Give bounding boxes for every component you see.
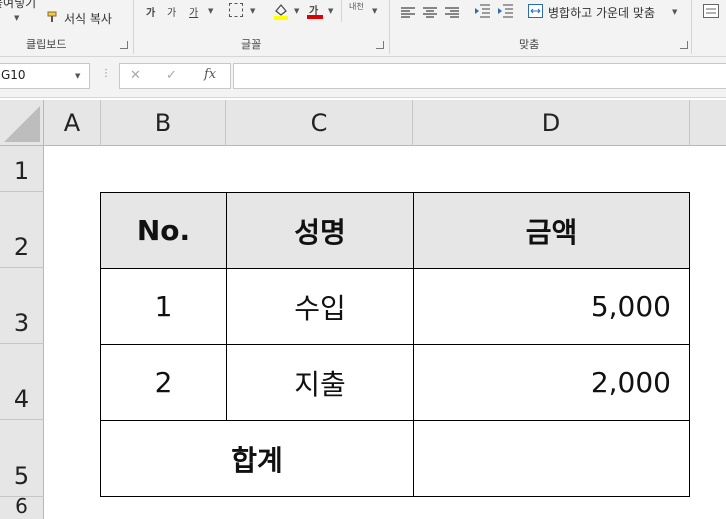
total-label: 합계 [231,443,283,477]
table-cell[interactable]: 5,000 [413,268,690,345]
shrink-font-button[interactable]: 가 [167,4,176,19]
name-box-dropdown-icon[interactable]: ▼ [75,72,80,80]
font-color-dropdown-icon[interactable]: ▼ [328,7,333,15]
paste-dropdown-icon[interactable]: ▼ [14,14,19,22]
table-cell-name: 수입 [294,291,346,325]
table-header-no: No. [136,214,191,247]
row-header-label: 2 [13,233,30,261]
table-cell-no: 2 [154,366,173,399]
worksheet-grid: A B C D 1 2 3 4 5 6 No. 성명 금액 1 수입 5,000… [0,100,726,519]
grow-font-button[interactable]: 가 [146,4,155,19]
total-label-cell[interactable]: 합계 [100,420,414,497]
table-header-cell[interactable]: 금액 [413,192,690,269]
alignment-launcher-icon[interactable] [680,41,688,49]
underline-button[interactable]: 가 [189,4,198,19]
align-left-icon[interactable] [401,4,415,18]
formula-bar: G10 ▼ ⋮ ✕ ✓ fx [0,57,726,98]
table-cell[interactable]: 수입 [226,268,414,345]
column-header-d[interactable]: D [413,100,690,146]
table-cell[interactable]: 지출 [226,344,414,421]
cancel-icon[interactable]: ✕ [130,68,141,83]
phonetic-dropdown-icon[interactable]: ▼ [372,7,377,15]
font-group-label: 글꼴 [241,38,262,51]
decrease-indent-icon[interactable] [474,3,490,18]
fill-color-dropdown-icon[interactable]: ▼ [294,7,299,15]
column-header-b[interactable]: B [101,100,226,146]
alignment-group-label: 맞춤 [519,38,540,51]
row-header-2[interactable]: 2 [0,192,44,268]
column-header-a[interactable]: A [44,100,101,146]
merge-center-button[interactable]: 병합하고 가운데 맞춤 [548,4,655,21]
table-header-name: 성명 [294,215,346,249]
table-cell[interactable]: 1 [100,268,227,345]
row-header-1[interactable]: 1 [0,146,44,192]
insert-function-button[interactable]: fx [204,67,216,82]
table-cell-amount: 2,000 [590,366,671,399]
table-cell-name: 지출 [294,367,346,401]
name-box[interactable]: G10 ▼ [0,63,90,89]
group-divider [389,0,390,54]
table-cell[interactable]: 2,000 [413,344,690,421]
merge-center-dropdown-icon[interactable]: ▼ [672,8,677,16]
phonetic-button[interactable]: 내천 [349,1,364,12]
clipboard-launcher-icon[interactable] [120,41,128,49]
row-header-5[interactable]: 5 [0,420,44,497]
align-center-icon[interactable] [423,4,437,18]
number-format-icon[interactable] [703,3,719,18]
row-header-label: 1 [13,157,30,185]
row-header-label: 3 [13,309,30,337]
group-divider [341,0,342,22]
total-value-cell[interactable] [413,420,690,497]
table-cell-no: 1 [154,290,173,323]
font-launcher-icon[interactable] [376,41,384,49]
merge-center-icon[interactable] [528,3,543,18]
table-cell[interactable]: 2 [100,344,227,421]
row-header-3[interactable]: 3 [0,268,44,344]
column-header-label: B [154,108,172,137]
column-header-label: A [63,108,81,137]
underline-dropdown-icon[interactable]: ▼ [208,7,213,15]
row-header-label: 4 [13,385,30,413]
border-icon[interactable] [229,3,243,17]
name-box-value: G10 [1,68,26,82]
fill-color-icon[interactable] [273,2,289,20]
row-header-label: 6 [15,494,28,518]
column-header-label: C [310,108,328,137]
formula-input[interactable] [233,63,726,89]
column-header-e[interactable] [690,100,726,146]
paste-button[interactable]: 붙여넣기 [0,0,36,11]
clipboard-group-label: 클립보드 [26,38,67,51]
column-header-label: D [541,108,561,137]
group-divider [133,0,134,54]
font-color-swatch [307,15,323,19]
select-all-button[interactable] [0,100,44,146]
table-header-amount: 금액 [525,215,578,249]
format-painter-icon[interactable] [46,9,60,23]
enter-icon[interactable]: ✓ [166,68,177,83]
row-header-4[interactable]: 4 [0,344,44,420]
format-painter-button[interactable]: 서식 복사 [64,10,112,27]
align-right-icon[interactable] [445,4,459,18]
formula-bar-grip-icon[interactable]: ⋮ [101,68,111,79]
increase-indent-icon[interactable] [497,3,513,18]
group-divider [691,0,692,54]
table-header-cell[interactable]: No. [100,192,227,269]
border-dropdown-icon[interactable]: ▼ [250,7,255,15]
column-header-c[interactable]: C [226,100,413,146]
row-header-label: 5 [13,462,30,490]
formula-buttons: ✕ ✓ fx [119,63,231,89]
row-header-6[interactable]: 6 [0,494,44,519]
table-header-cell[interactable]: 성명 [226,192,414,269]
ribbon: 붙여넣기 ▼ 서식 복사 클립보드 가 가 가 ▼ ▼ ▼ 가 ▼ 글꼴 내천 … [0,0,726,57]
table-cell-amount: 5,000 [590,290,671,323]
